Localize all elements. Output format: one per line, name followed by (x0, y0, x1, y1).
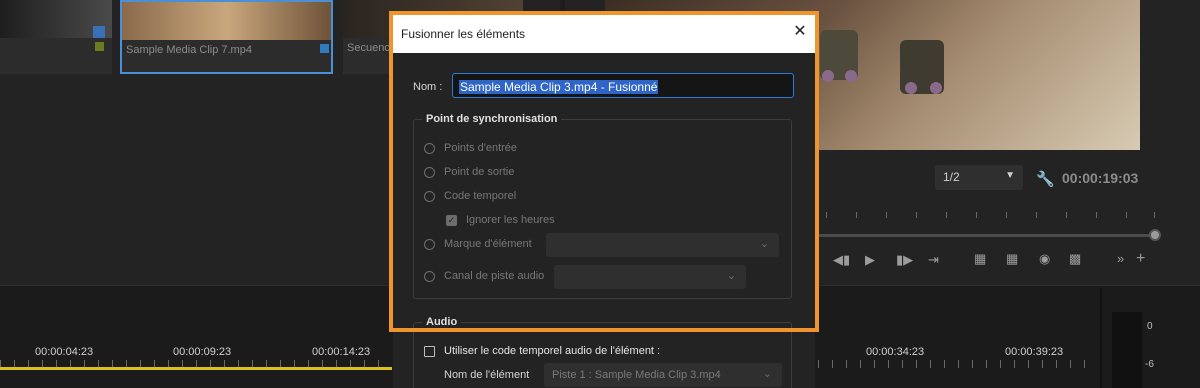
timeline-time-label: 00:00:09:23 (173, 346, 232, 358)
clip-label: Sample Media Clip 7.mp4 (126, 44, 252, 56)
add-button-icon[interactable]: + (1136, 250, 1145, 268)
radio-in-points[interactable] (424, 143, 435, 154)
timeline-time-label: 00:00:39:23 (1005, 346, 1064, 358)
audio-group-title: Audio (422, 316, 462, 328)
panel-divider (1100, 288, 1102, 388)
clip-label: Secuenc (347, 42, 390, 54)
option-label: Canal de piste audio (444, 270, 545, 282)
work-area-bar[interactable] (0, 367, 392, 370)
name-input[interactable]: Sample Media Clip 3.mp4 - Fusionné (452, 73, 794, 98)
option-label: Marque d'élément (444, 238, 532, 250)
timeline-time-label: 00:00:14:23 (312, 346, 371, 358)
program-timecode[interactable]: 00:00:19:03 (1062, 170, 1138, 186)
camera-icon[interactable]: ◉ (1039, 251, 1050, 267)
more-controls-icon[interactable]: » (1117, 251, 1124, 266)
sync-group-title: Point de synchronisation (422, 113, 562, 125)
chevron-down-icon: ⌄ (759, 238, 769, 250)
chevron-down-icon: ▼ (1005, 170, 1015, 181)
monitor-scrubber[interactable] (818, 234, 1158, 237)
timeline-ruler[interactable] (818, 360, 1098, 368)
go-to-out-icon[interactable]: ⇥ (928, 252, 939, 268)
clip-preview (122, 2, 331, 40)
timeline-time-label: 00:00:04:23 (35, 346, 94, 358)
skate-wheel (845, 70, 857, 82)
chevron-down-icon: ⌄ (762, 368, 772, 380)
clip-thumbnail[interactable] (0, 0, 112, 74)
resolution-value: 1/2 (943, 170, 960, 184)
timeline-time-label: 00:00:34:23 (866, 346, 925, 358)
wrench-icon[interactable]: 🔧 (1036, 170, 1055, 188)
clip-thumbnail-selected[interactable]: Sample Media Clip 7.mp4 (120, 0, 333, 74)
radio-clip-marker[interactable] (424, 239, 435, 250)
audio-group (413, 322, 792, 328)
label-color-chip (320, 44, 329, 53)
option-label: Code temporel (444, 190, 517, 202)
lift-icon[interactable]: ▦ (974, 251, 986, 267)
skate-wheel (930, 82, 942, 94)
chevron-down-icon: ⌄ (726, 270, 736, 282)
clip-marker-dropdown[interactable]: ⌄ (546, 233, 779, 257)
extract-icon[interactable]: ▦ (1006, 251, 1018, 267)
audio-group-border (413, 332, 414, 388)
clip-name-dropdown[interactable]: Piste 1 : Sample Media Clip 3.mp4 ⌄ (544, 363, 782, 387)
radio-audio-channel[interactable] (424, 271, 435, 282)
radio-timecode[interactable] (424, 191, 435, 202)
sequence-icon (93, 26, 105, 38)
dialog-title: Fusionner les éléments (393, 15, 815, 53)
name-label: Nom : (413, 81, 443, 93)
merge-clips-dialog: Fusionner les éléments ✕ Nom : Sample Me… (389, 11, 819, 332)
step-back-icon[interactable]: ◀▮ (833, 252, 850, 268)
clip-name-label: Nom de l'élément (444, 369, 530, 381)
skate-wheel (905, 82, 917, 94)
skate-wheel (822, 70, 834, 82)
audio-meter (1112, 312, 1142, 388)
use-audio-timecode-checkbox[interactable] (424, 346, 435, 357)
resolution-dropdown[interactable]: 1/2 ▼ (935, 165, 1023, 190)
clip-name-value: Piste 1 : Sample Media Clip 3.mp4 (552, 369, 721, 381)
option-label: Ignorer les heures (466, 214, 555, 226)
option-label: Point de sortie (444, 166, 515, 178)
audio-group-border (791, 332, 792, 388)
meter-label: 0 (1147, 321, 1153, 332)
use-audio-timecode-label: Utiliser le code temporel audio de l'élé… (444, 345, 661, 357)
playhead-handle[interactable] (1149, 229, 1161, 241)
close-icon[interactable]: ✕ (791, 23, 809, 41)
label-color-chip (95, 42, 104, 51)
play-icon[interactable]: ▶ (865, 252, 875, 268)
ignore-hours-checkbox[interactable]: ✓ (446, 215, 457, 226)
audio-channel-dropdown[interactable]: ⌄ (554, 265, 746, 289)
step-forward-icon[interactable]: ▮▶ (896, 252, 913, 268)
name-value: Sample Media Clip 3.mp4 - Fusionné (459, 80, 659, 94)
monitor-ruler[interactable] (818, 206, 1158, 218)
meter-label: -6 (1145, 359, 1154, 370)
radio-out-point[interactable] (424, 167, 435, 178)
compare-view-icon[interactable]: ▩ (1069, 251, 1081, 267)
option-label: Points d'entrée (444, 142, 518, 154)
